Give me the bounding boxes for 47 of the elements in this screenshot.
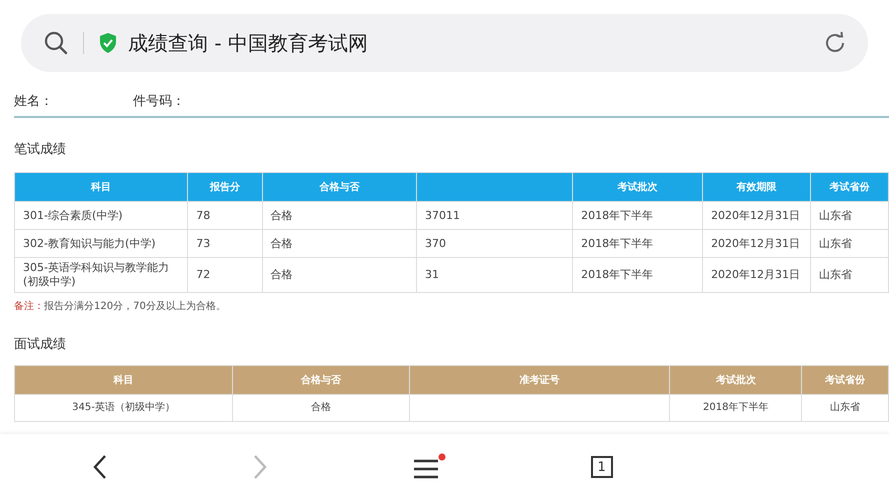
column-header: 考试省份 <box>810 172 888 202</box>
back-icon[interactable] <box>92 454 108 480</box>
table-cell: 合格 <box>262 258 416 292</box>
column-header: 考试批次 <box>670 366 802 394</box>
tabs-button[interactable]: 1 <box>590 456 613 478</box>
section-title: 笔试成绩 <box>14 141 67 158</box>
table-cell: 合格 <box>262 230 416 258</box>
menu-icon[interactable] <box>412 453 446 481</box>
section-title: 面试成绩 <box>14 336 67 353</box>
address-bar[interactable]: 成绩查询 - 中国教育考试网 <box>21 14 868 72</box>
name-label: 姓名： <box>14 93 53 110</box>
table-cell: 2018年下半年 <box>572 258 703 292</box>
table-cell: 山东省 <box>810 230 888 258</box>
column-header: 考试省份 <box>802 366 888 394</box>
column-header: 科目 <box>14 366 233 394</box>
table-cell: 301-综合素质(中学) <box>14 202 188 230</box>
table-cell: 2020年12月31日 <box>702 202 810 230</box>
search-icon <box>43 30 69 56</box>
column-header: 合格与否 <box>262 172 416 202</box>
table-cell: 72 <box>188 258 262 292</box>
column-header: 准考证号 <box>409 366 670 394</box>
table-cell: 37011 <box>416 202 573 230</box>
table-cell: 31 <box>416 258 573 292</box>
table-cell: 345-英语（初级中学） <box>14 394 233 422</box>
note-text: 备注：报告分满分120分，70分及以上为合格。 <box>14 300 227 313</box>
table-cell: 合格 <box>232 394 410 422</box>
id-number-label: 件号码： <box>133 93 185 110</box>
page-title: 成绩查询 - 中国教育考试网 <box>128 30 369 56</box>
table-cell: 2020年12月31日 <box>702 258 810 292</box>
table-cell: 2018年下半年 <box>572 230 703 258</box>
table-cell: 2018年下半年 <box>572 202 703 230</box>
table-cell: 78 <box>188 202 262 230</box>
column-header: 合格与否 <box>232 366 410 394</box>
column-header: 有效期限 <box>702 172 810 202</box>
table-cell: 合格 <box>262 202 416 230</box>
table-cell: 305-英语学科知识与教学能力(初级中学) <box>14 258 188 292</box>
column-header: 报告分 <box>188 172 262 202</box>
table-cell: 山东省 <box>810 202 888 230</box>
table-cell: 370 <box>416 230 573 258</box>
table-cell: 2018年下半年 <box>670 394 802 422</box>
table-cell: 73 <box>188 230 262 258</box>
table-cell: 2020年12月31日 <box>702 230 810 258</box>
column-header: 科目 <box>14 172 188 202</box>
table-cell: 山东省 <box>802 394 888 422</box>
table-cell: 302-教育知识与能力(中学) <box>14 230 188 258</box>
column-header: 考试批次 <box>572 172 703 202</box>
table-cell: 山东省 <box>810 258 888 292</box>
